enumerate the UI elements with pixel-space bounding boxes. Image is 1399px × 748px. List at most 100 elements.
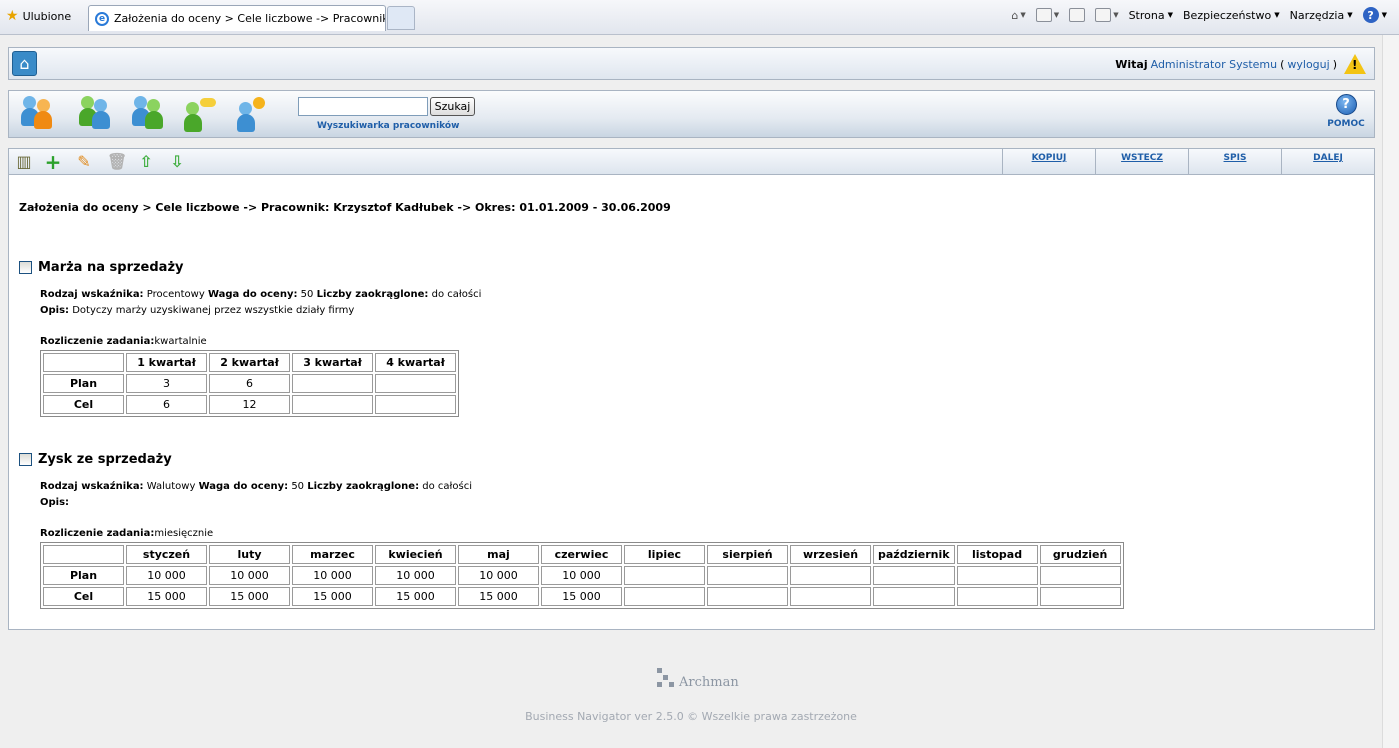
employee-sun-icon[interactable] <box>237 96 273 132</box>
tools-menu[interactable]: Narzędzia ▼ <box>1290 9 1353 22</box>
delete-icon[interactable]: 🗑 <box>107 153 127 171</box>
mail-icon[interactable] <box>1069 8 1086 22</box>
table-cell <box>375 395 456 414</box>
favorites-button[interactable]: ★ Ulubione <box>6 8 71 24</box>
row-header: Cel <box>43 587 124 606</box>
ie-page-icon: e <box>95 11 109 26</box>
goal-header: Marża na sprzedaży <box>19 260 184 275</box>
column-header: styczeń <box>126 545 207 564</box>
table-cell: 3 <box>126 374 207 393</box>
table-cell: 6 <box>126 395 207 414</box>
table-cell <box>624 587 705 606</box>
index-link[interactable]: SPIS <box>1188 149 1281 174</box>
table-cell: 10 000 <box>458 566 539 585</box>
goal-checkbox[interactable] <box>19 453 32 466</box>
table-header-row: styczeń luty marzec kwiecień maj czerwiec lipi… <box>43 545 1121 564</box>
table-cell <box>790 587 871 606</box>
chevron-down-icon: ▼ <box>1347 11 1353 19</box>
column-header: maj <box>458 545 539 564</box>
column-header: 2 kwartał <box>209 353 290 372</box>
navigation-panel: Szukaj Wyszukiwarka pracowników ? POMOC <box>8 90 1375 138</box>
employees-tree-icon[interactable] <box>77 96 113 132</box>
logout-paren-close: ) <box>1332 57 1337 71</box>
goal-settlement: Rozliczenie zadania:kwartalnie <box>40 336 207 347</box>
print-icon[interactable]: ▼ <box>1095 8 1119 22</box>
tab-title: Założenia do oceny > Cele liczbowe -> Pr… <box>114 12 385 25</box>
table-cell <box>873 587 955 606</box>
column-header: grudzień <box>1039 545 1121 564</box>
table-cell <box>707 587 788 606</box>
employees-list-icon[interactable] <box>130 96 166 132</box>
safety-menu[interactable]: Bezpieczeństwo ▼ <box>1183 9 1280 22</box>
warning-icon[interactable]: ! <box>1344 54 1366 74</box>
vertical-scrollbar[interactable] <box>1382 35 1399 748</box>
next-link[interactable]: DALEJ <box>1281 149 1374 174</box>
row-header: Cel <box>43 395 124 414</box>
table-cell: 15 000 <box>541 587 622 606</box>
favorites-label: Ulubione <box>22 9 72 23</box>
column-header: 4 kwartał <box>375 353 456 372</box>
table-cell: 12 <box>209 395 290 414</box>
browser-toolbar: ★ Ulubione e Założenia do oceny > Cele l… <box>0 0 1399 35</box>
goal-header: Zysk ze sprzedaży <box>19 452 172 467</box>
table-cell: 10 000 <box>209 566 290 585</box>
column-header: październik <box>873 545 955 564</box>
welcome-text: Witaj <box>1115 57 1148 71</box>
exit-icon[interactable]: ▥ <box>15 153 33 171</box>
new-tab-button[interactable] <box>387 6 415 30</box>
table-row: Cel 6 12 <box>43 395 456 414</box>
table-row: Plan 3 6 <box>43 374 456 393</box>
home-button[interactable]: ⌂ <box>12 51 37 76</box>
home-icon[interactable]: ⌂ ▼ <box>1011 9 1025 22</box>
copy-link[interactable]: KOPIUJ <box>1002 149 1095 174</box>
copyright: Business Navigator ver 2.5.0 © Wszelkie … <box>525 710 857 723</box>
goal-info: Rodzaj wskaźnika: Walutowy Waga do oceny… <box>40 479 472 511</box>
command-bar: ⌂ ▼ ▼ ▼ Strona ▼ Bezpieczeństwo ▼ Narzędzia… <box>1011 7 1387 23</box>
search-input[interactable] <box>298 97 428 116</box>
page-menu[interactable]: Strona ▼ <box>1129 9 1173 22</box>
row-header: Plan <box>43 566 124 585</box>
column-header: luty <box>209 545 290 564</box>
goal-settlement: Rozliczenie zadania:miesięcznie <box>40 528 214 539</box>
user-name-link[interactable]: Administrator Systemu <box>1151 58 1277 71</box>
goal-params: Rodzaj wskaźnika: Procentowy Waga do oce… <box>40 289 482 300</box>
table-cell: 10 000 <box>375 566 456 585</box>
table-cell <box>956 587 1038 606</box>
goal-description: Opis: Dotyczy marży uzyskiwanej przez ws… <box>40 305 355 316</box>
goal-title: Marża na sprzedaży <box>38 260 184 275</box>
feeds-icon[interactable]: ▼ <box>1035 8 1059 22</box>
column-header: listopad <box>956 545 1038 564</box>
back-link[interactable]: WSTECZ <box>1095 149 1188 174</box>
search-label[interactable]: Wyszukiwarka pracowników <box>317 121 459 131</box>
edit-icon[interactable]: ✎ <box>75 153 93 171</box>
employee-chat-icon[interactable] <box>184 96 220 132</box>
app-header: ⌂ Witaj Administrator Systemu (wyloguj) … <box>8 47 1375 80</box>
browser-help-menu[interactable]: ? ▼ <box>1362 7 1387 23</box>
goal-title: Zysk ze sprzedaży <box>38 452 172 467</box>
column-header: czerwiec <box>541 545 622 564</box>
browser-tab-active[interactable]: e Założenia do oceny > Cele liczbowe -> … <box>88 5 386 31</box>
table-cell <box>1039 587 1121 606</box>
column-header: lipiec <box>624 545 705 564</box>
search-button[interactable]: Szukaj <box>430 97 475 116</box>
help-label: POMOC <box>1327 119 1365 129</box>
help-icon: ? <box>1335 94 1357 115</box>
goal-checkbox[interactable] <box>19 261 32 274</box>
logout-link[interactable]: wyloguj <box>1287 58 1329 71</box>
table-cell: 15 000 <box>126 587 207 606</box>
goal-table-quarterly: 1 kwartał 2 kwartał 3 kwartał 4 kwartał Plan… <box>40 350 459 417</box>
goal-params: Rodzaj wskaźnika: Walutowy Waga do oceny… <box>40 481 472 492</box>
table-cell: 15 000 <box>458 587 539 606</box>
help-button[interactable]: ? POMOC <box>1324 94 1368 129</box>
column-header: 3 kwartał <box>292 353 373 372</box>
table-cell <box>790 566 871 585</box>
column-header: sierpień <box>707 545 788 564</box>
arrow-down-icon[interactable]: ⇩ <box>168 153 186 171</box>
employees-group-icon[interactable] <box>21 96 57 132</box>
table-cell: 10 000 <box>292 566 373 585</box>
arrow-up-icon[interactable]: ⇧ <box>137 153 155 171</box>
table-cell: 15 000 <box>375 587 456 606</box>
logout-paren-open: ( <box>1280 57 1285 71</box>
add-icon[interactable]: + <box>44 152 62 172</box>
column-header: 1 kwartał <box>126 353 207 372</box>
